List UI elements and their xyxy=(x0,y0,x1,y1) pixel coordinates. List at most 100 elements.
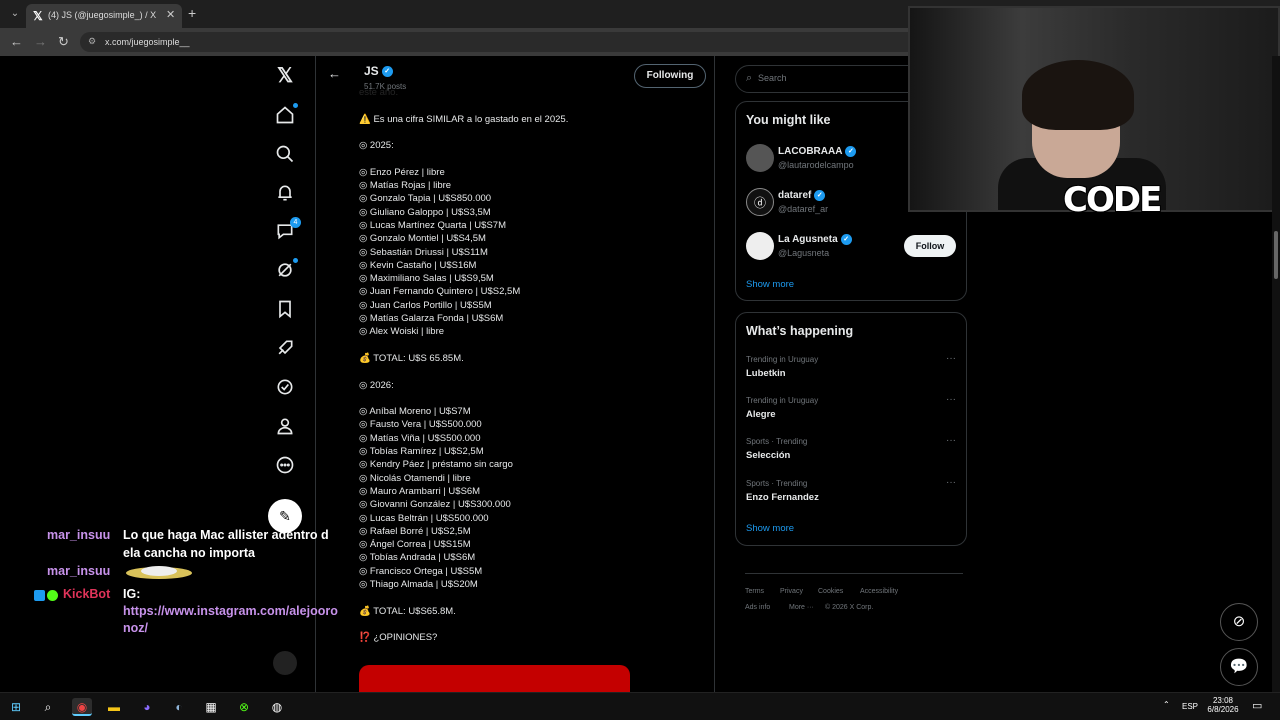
footer-accessibility-link[interactable]: Accessibility xyxy=(860,588,898,595)
tweet-media-image[interactable] xyxy=(359,665,630,692)
tweet-line: ◎ Matías Viña | U$S500.000 xyxy=(359,432,481,444)
following-button[interactable]: Following xyxy=(634,64,706,88)
scrollbar-thumb[interactable] xyxy=(1274,231,1278,279)
account-name: La Agusneta ✓ xyxy=(778,234,852,245)
footer-more-link[interactable]: More ··· xyxy=(789,604,814,611)
back-arrow-icon[interactable]: ← xyxy=(328,66,341,81)
trend-item[interactable]: Trending in Uruguay Lubetkin ··· xyxy=(746,353,958,389)
trend-item[interactable]: Sports · Trending Selección ··· xyxy=(746,435,958,471)
verified-orgs-icon[interactable] xyxy=(274,377,296,399)
account-name-text: dataref xyxy=(778,190,812,202)
bookmarks-icon[interactable] xyxy=(274,299,296,321)
suggested-account[interactable]: La Agusneta ✓ @Lagusneta Follow xyxy=(746,230,958,264)
tweet-line: 💰 TOTAL: U$S65.8M. xyxy=(359,605,456,617)
trend-more-icon[interactable]: ··· xyxy=(946,394,956,405)
page-scrollbar[interactable] xyxy=(1272,56,1280,692)
back-icon[interactable]: ← xyxy=(10,34,23,49)
verified-badge-icon: ✓ xyxy=(845,146,857,157)
tab-close-icon[interactable]: ✕ xyxy=(166,8,175,21)
tweet-line: ◎ Nicolás Otamendi | libre xyxy=(359,472,471,484)
app-icon[interactable]: ◍ xyxy=(267,698,287,716)
discord-icon[interactable]: ◕ xyxy=(137,698,157,716)
tab-search-menu[interactable]: ⌄ xyxy=(6,6,24,22)
x-home-logo-icon[interactable]: 𝕏 xyxy=(274,65,296,87)
browser-tab[interactable]: 𝕏 (4) JS (@juegosimple_) / X ✕ xyxy=(26,4,182,28)
tweet-line: ◎ 2025: xyxy=(359,140,394,152)
obs-app-icon[interactable]: ▦ xyxy=(201,698,221,716)
chat-username: mar_insuu xyxy=(47,528,111,542)
trend-item[interactable]: Trending in Uruguay Alegre ··· xyxy=(746,394,958,430)
trend-item[interactable]: Sports · Trending Enzo Fernandez ··· xyxy=(746,477,958,513)
x-logo-icon: 𝕏 xyxy=(33,9,43,23)
tweet-line: ◎ Ángel Correa | U$S15M xyxy=(359,539,471,551)
webcam-code-label: CODE xyxy=(1063,180,1162,220)
footer-copyright: © 2026 X Corp. xyxy=(825,604,874,611)
footer-cookies-link[interactable]: Cookies xyxy=(818,588,843,595)
language-indicator[interactable]: ESP xyxy=(1182,702,1198,711)
search-icon[interactable]: ⌕ xyxy=(38,698,58,716)
clock-time: 23:08 xyxy=(1212,696,1234,705)
streamer-hair xyxy=(1022,60,1134,130)
messages-icon[interactable]: 4 xyxy=(274,217,301,243)
profile-icon[interactable] xyxy=(274,416,296,438)
clock[interactable]: 23:08 6/8/2026 xyxy=(1204,696,1242,714)
reload-icon[interactable]: ↻ xyxy=(58,34,69,50)
start-menu-icon[interactable]: ⊞ xyxy=(6,698,26,716)
notifications-icon[interactable] xyxy=(274,183,296,205)
account-name-text: LACOBRAAA xyxy=(778,146,843,158)
account-handle: @lautarodelcampo xyxy=(778,160,854,170)
tweet-line: ◎ Gonzalo Tapia | U$S850.000 xyxy=(359,193,492,205)
trend-more-icon[interactable]: ··· xyxy=(946,353,956,364)
forward-icon[interactable]: → xyxy=(34,34,47,49)
grok-float-button[interactable]: ⊘ xyxy=(1220,603,1258,641)
address-bar[interactable]: ⚙ x.com/juegosimple__ xyxy=(80,32,920,52)
notifications-icon[interactable]: ▭ xyxy=(1252,699,1262,712)
trends-title: What’s happening xyxy=(746,324,854,338)
account-name: dataref ✓ xyxy=(778,190,826,202)
tweet-line: ⁉️ ¿OPINIONES? xyxy=(359,632,438,644)
search-placeholder: Search xyxy=(758,73,787,83)
tweet-line: ◎ Francisco Ortega | U$S5M xyxy=(359,565,483,577)
new-tab-icon[interactable]: + xyxy=(188,5,196,21)
site-info-icon[interactable]: ⚙ xyxy=(88,36,96,47)
chat-username: mar_insuu xyxy=(47,564,111,578)
show-more-link[interactable]: Show more xyxy=(746,279,794,290)
file-explorer-icon[interactable]: ▬ xyxy=(104,698,124,716)
footer-terms-link[interactable]: Terms xyxy=(745,588,764,595)
steam-icon[interactable]: ◐ xyxy=(169,698,189,716)
tweet-line: ◎ Maximiliano Salas | U$S9,5M xyxy=(359,273,494,285)
tweet-text: este año.⚠️ Es una cifra SIMILAR a lo ga… xyxy=(359,86,704,644)
tweet-line: ◎ Rafael Borré | U$S2,5M xyxy=(359,525,471,537)
jobs-rocket-icon[interactable] xyxy=(274,338,296,360)
xbox-icon[interactable]: ⊗ xyxy=(234,698,254,716)
who-to-follow-title: You might like xyxy=(746,113,831,127)
explore-icon[interactable] xyxy=(274,144,296,166)
tweet-line: ◎ Juan Fernando Quintero | U$S2,5M xyxy=(359,286,521,298)
chat-message: IG: xyxy=(123,587,141,601)
chat-link-continued[interactable]: noz/ xyxy=(123,621,148,635)
more-options-icon[interactable] xyxy=(274,455,296,477)
tweet-line: ◎ Alex Woiski | libre xyxy=(359,326,445,338)
grok-icon[interactable] xyxy=(274,258,298,282)
messages-float-button[interactable]: 💬 xyxy=(1220,648,1258,686)
account-handle: @dataref_ar xyxy=(778,204,829,214)
footer-privacy-link[interactable]: Privacy xyxy=(780,588,803,595)
trend-context: Sports · Trending xyxy=(746,479,808,488)
chat-link[interactable]: https://www.instagram.com/alejooro xyxy=(123,604,338,618)
tray-chevron-icon[interactable]: ⌃ xyxy=(1163,700,1170,709)
notification-dot xyxy=(293,103,298,108)
trend-more-icon[interactable]: ··· xyxy=(946,435,956,446)
chat-emote-image xyxy=(126,566,192,579)
footer-ads-info-link[interactable]: Ads info xyxy=(745,604,770,611)
show-more-link[interactable]: Show more xyxy=(746,523,794,534)
tweet-line: ◎ Kendry Páez | préstamo sin cargo xyxy=(359,459,513,471)
home-icon[interactable] xyxy=(274,103,298,127)
trend-name: Lubetkin xyxy=(746,368,786,379)
follow-button[interactable]: Follow xyxy=(904,235,956,257)
trend-more-icon[interactable]: ··· xyxy=(946,477,956,488)
account-avatar[interactable] xyxy=(273,651,297,675)
trend-context: Trending in Uruguay xyxy=(746,355,819,364)
chrome-icon[interactable]: ◉ xyxy=(72,698,92,716)
